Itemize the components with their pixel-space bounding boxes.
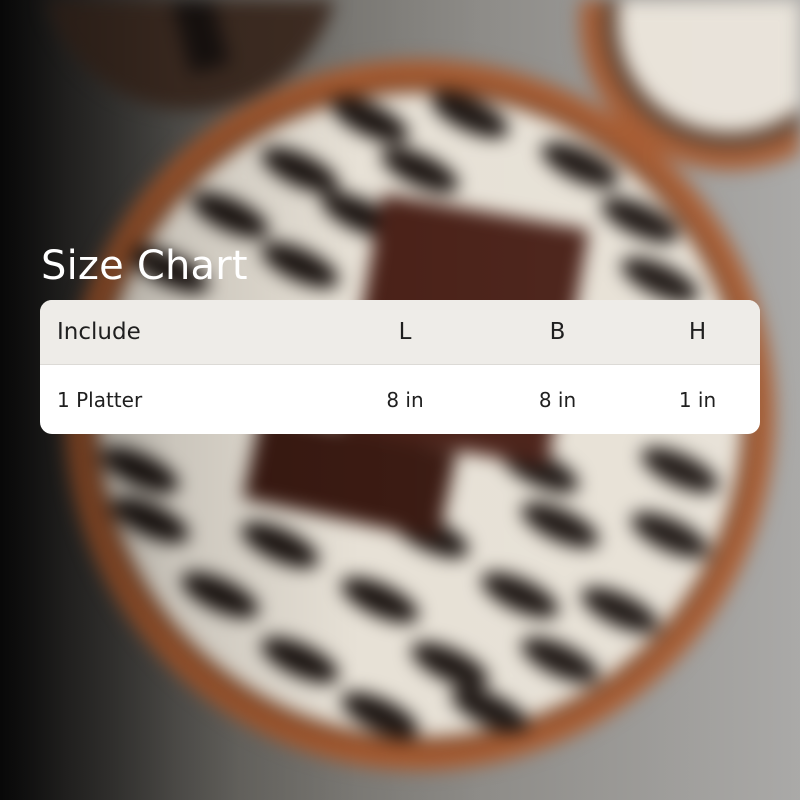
cell-height: 1 in <box>678 387 717 412</box>
header-length: L <box>398 319 412 345</box>
table-row: 1 Platter 8 in 8 in 1 in <box>40 365 760 434</box>
header-breadth: B <box>549 319 566 345</box>
size-table: Include L B H 1 Platter 8 in 8 in 1 in <box>40 300 760 434</box>
cell-length: 8 in <box>386 387 424 412</box>
cell-breadth: 8 in <box>538 387 577 412</box>
page-title: Size Chart <box>41 243 248 289</box>
header-include: Include <box>57 319 141 345</box>
cell-include: 1 Platter <box>57 387 143 412</box>
table-header-row: Include L B H <box>40 300 760 365</box>
header-height: H <box>688 319 707 345</box>
